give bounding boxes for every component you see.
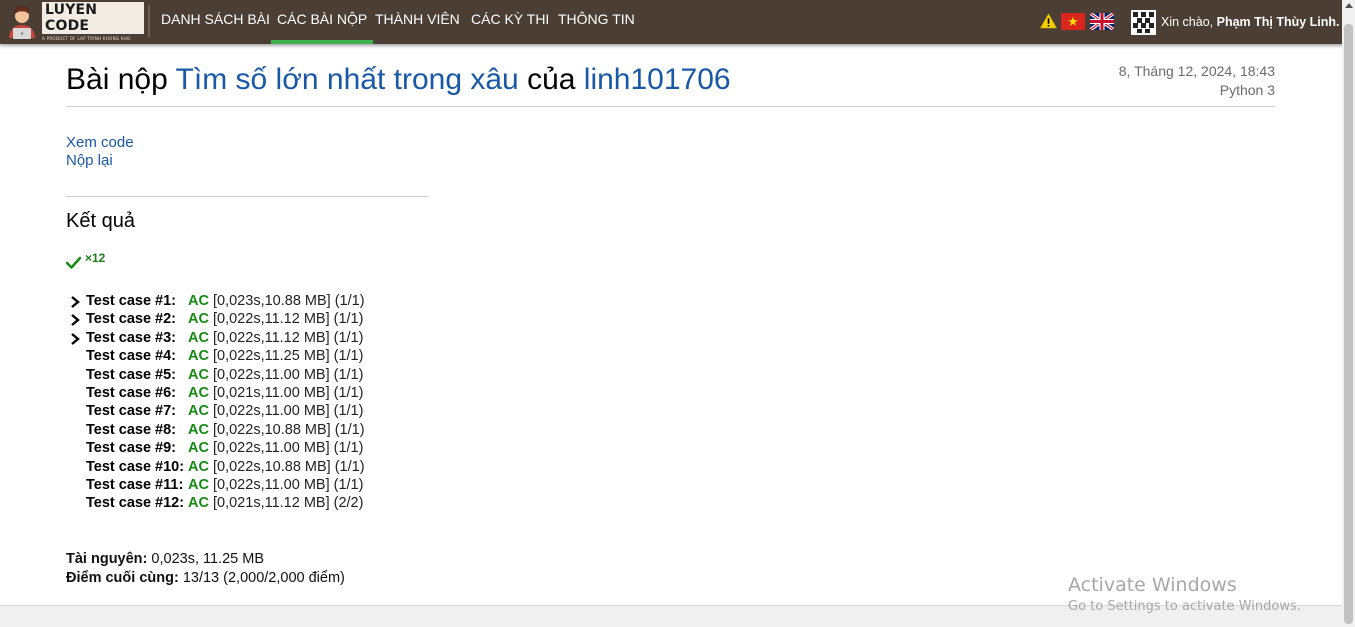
test-case-detail: [0,022s,11.00 MB] (1/1) [213,440,364,457]
user-greeting[interactable]: Xin chào, Phạm Thị Thùy Linh. [1161,13,1340,31]
logo-title: LUYEN CODE [42,2,144,34]
coder-mascot-icon [6,4,38,40]
title-divider [66,106,1275,107]
nav-divider [148,5,150,37]
site-logo[interactable]: LUYEN CODE A PRODUCT OF LAP TRINH KHONG … [6,2,144,41]
logo-subtitle: A PRODUCT OF LAP TRINH KHONG KHO [42,36,131,41]
user-link[interactable]: linh101706 [584,63,731,96]
problem-link[interactable]: Tìm số lớn nhất trong xâu [176,63,519,96]
test-case-detail: [0,022s,11.12 MB] (1/1) [213,329,364,346]
test-case-status: AC [188,458,209,475]
nav-problem-list[interactable]: DANH SÁCH BÀI [161,0,270,44]
test-case-label: Test case #2: [86,311,177,328]
test-case-label: Test case #3: [86,329,177,346]
test-case-status: AC [188,421,209,438]
test-case-label: Test case #7: [86,403,177,420]
test-case-label: Test case #8: [86,421,177,438]
test-case-label: Test case #4: [86,348,177,365]
test-case-detail: [0,022s,11.12 MB] (1/1) [213,311,364,328]
greeting-prefix: Xin chào, [1161,15,1214,29]
resubmit-link[interactable]: Nộp lại [66,152,113,170]
test-case-status: AC [188,348,209,365]
scroll-up-arrow-icon[interactable] [1345,3,1353,8]
test-case-status: AC [188,440,209,457]
test-case-detail: [0,021s,11.00 MB] (1/1) [213,385,364,401]
test-case-label: Test case #1: [86,293,177,309]
chevron-right-icon[interactable] [70,295,80,308]
test-case-label: Test case #9: [86,440,177,457]
user-avatar-icon[interactable] [1131,10,1156,35]
test-case-detail: [0,022s,11.00 MB] (1/1) [213,477,364,493]
chevron-right-icon[interactable] [70,313,80,327]
submission-date: 8, Tháng 12, 2024, 18:43 [1118,63,1275,79]
warning-icon[interactable] [1039,13,1058,29]
test-case-detail: [0,022s,11.00 MB] (1/1) [213,403,364,420]
submission-language: Python 3 [1219,82,1275,98]
test-case-detail: [0,023s,10.88 MB] (1/1) [213,293,365,309]
result-heading: Kết quả [66,210,135,232]
page-title: Bài nộp Tìm số lớn nhất trong xâu của li… [66,60,731,100]
test-case-detail: [0,022s,10.88 MB] (1/1) [213,421,365,438]
nav-about[interactable]: THÔNG TIN [558,0,635,44]
final-score-value: 13/13 (2,000/2,000 điểm) [182,570,345,586]
test-case-detail: [0,022s,11.00 MB] (1/1) [213,366,364,383]
test-case-label: Test case #12: [86,495,185,512]
test-case-label: Test case #5: [86,366,177,383]
scroll-thumb[interactable] [1344,24,1353,624]
final-score: Điểm cuối cùng: 13/13 (2,000/2,000 điểm) [66,569,345,587]
resources-label: Tài nguyên: [66,551,148,567]
resource-summary: Tài nguyên: 0,023s, 11.25 MB [66,550,264,568]
test-case-status: AC [188,293,209,309]
chevron-right-icon[interactable] [70,332,80,345]
section-divider [66,196,429,197]
test-case-status: AC [188,477,209,493]
top-navbar: LUYEN CODE A PRODUCT OF LAP TRINH KHONG … [0,0,1355,44]
test-case-label: Test case #10: [86,458,185,475]
test-case-label: Test case #6: [86,385,177,401]
user-name: Phạm Thị Thùy Linh. [1216,15,1340,29]
test-case-status: AC [188,366,209,383]
test-case-status: AC [188,311,209,328]
view-code-link[interactable]: Xem code [66,134,134,152]
test-case-detail: [0,022s,10.88 MB] (1/1) [213,458,365,475]
check-icon [65,256,82,269]
windows-watermark-title: Activate Windows [1068,574,1237,596]
uk-flag-icon[interactable] [1089,11,1115,32]
test-case-status: AC [188,329,209,346]
vietnam-flag-icon[interactable] [1061,13,1085,30]
vertical-scrollbar[interactable] [1342,0,1355,627]
resources-value: 0,023s, 11.25 MB [151,551,264,567]
title-prefix: Bài nộp [66,63,168,96]
test-case-detail: [0,022s,11.25 MB] (1/1) [213,348,364,365]
title-middle: của [527,63,576,96]
nav-contests[interactable]: CÁC KỲ THI [471,0,549,44]
windows-watermark-subtitle: Go to Settings to activate Windows. [1068,599,1301,614]
test-case-detail: [0,021s,11.12 MB] (2/2) [213,495,364,512]
test-case-status: AC [188,403,209,420]
test-case-label: Test case #11: [86,477,184,493]
nav-submissions[interactable]: CÁC BÀI NỘP [270,0,374,44]
test-case-status: AC [188,385,209,401]
nav-members[interactable]: THÀNH VIÊN [375,0,460,44]
final-score-label: Điểm cuối cùng: [66,570,179,586]
test-case-status: AC [188,495,209,512]
ac-count: ×12 [85,251,106,265]
